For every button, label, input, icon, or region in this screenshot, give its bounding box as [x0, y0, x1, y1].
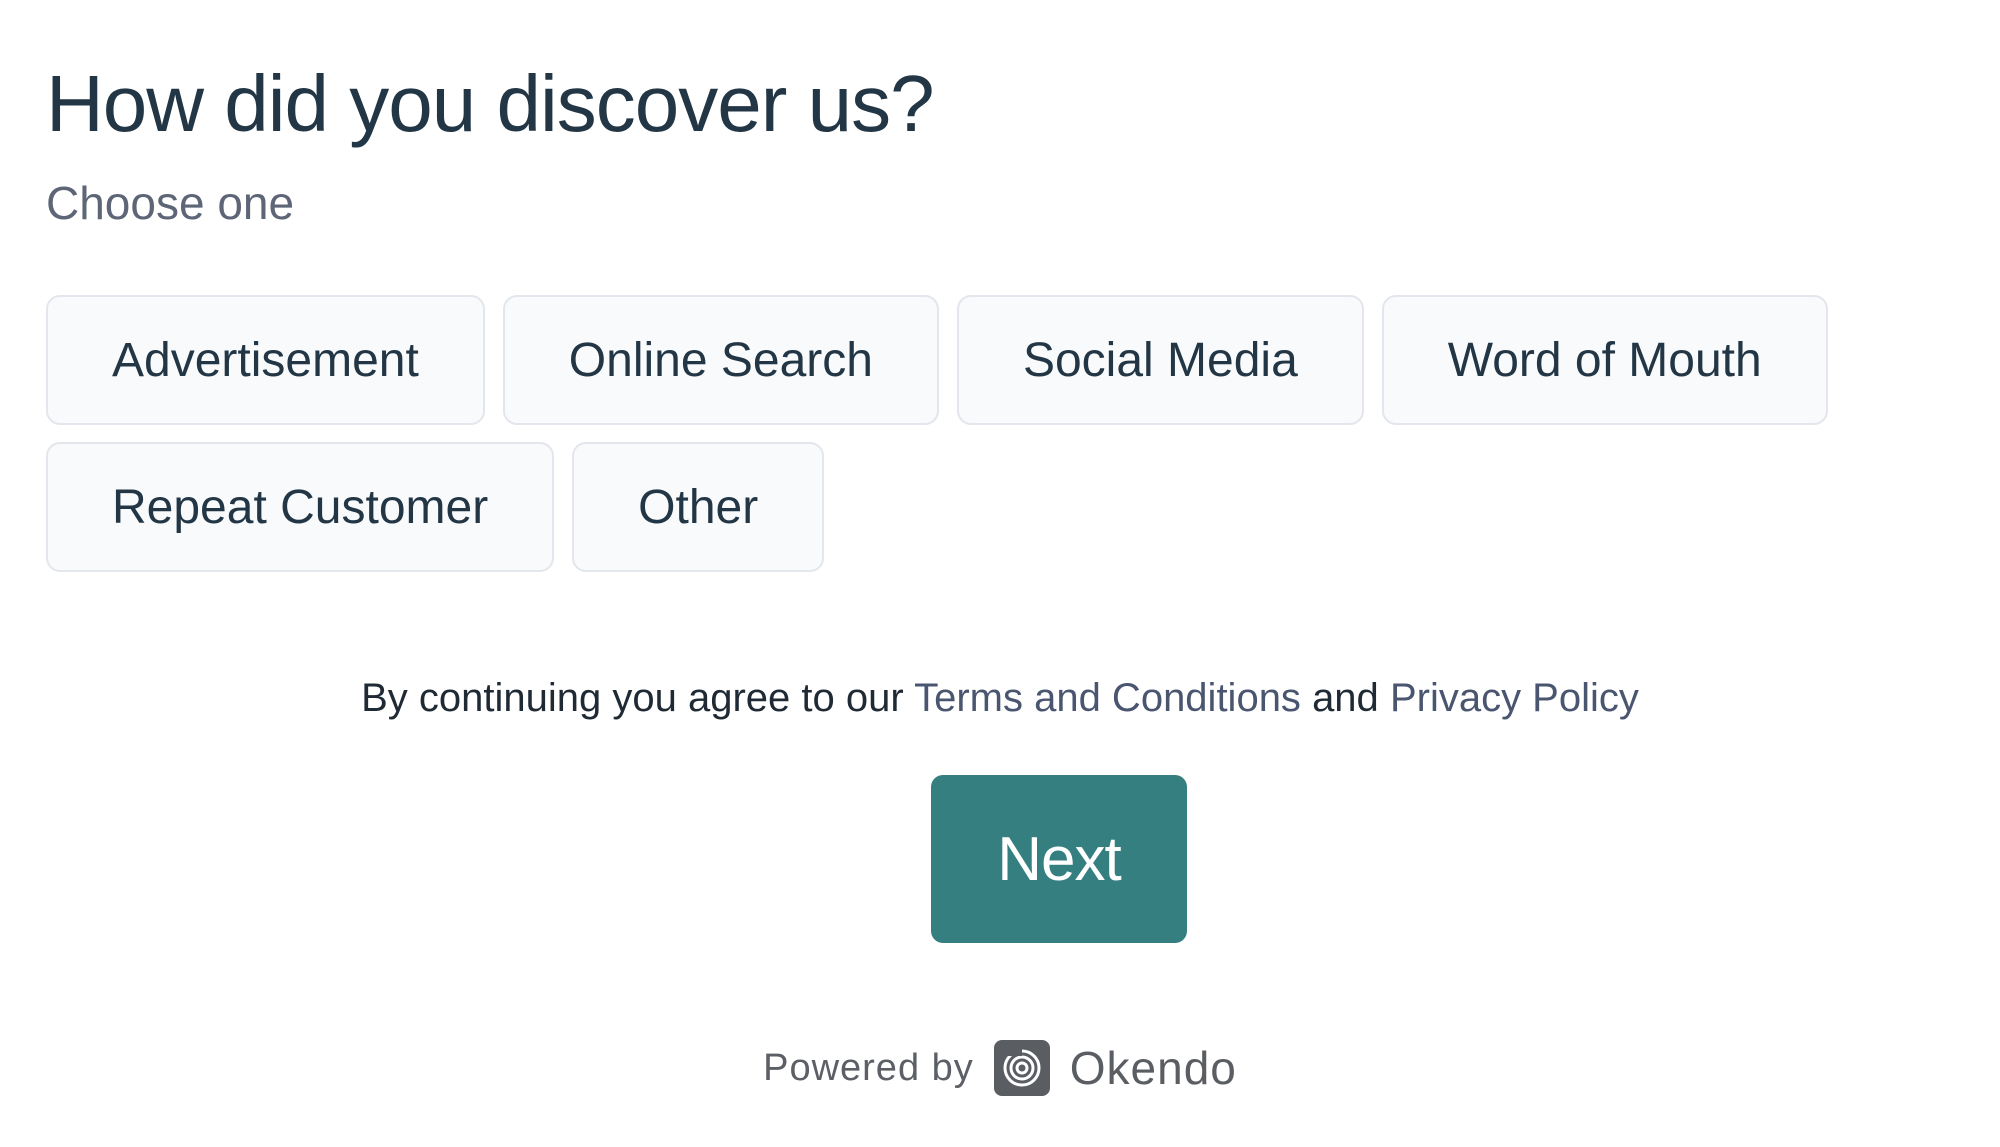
okendo-logo-icon: [993, 1040, 1050, 1096]
option-social-media[interactable]: Social Media: [956, 295, 1364, 426]
terms-link[interactable]: Terms and Conditions: [914, 676, 1301, 720]
powered-by-footer: Powered by Okendo: [0, 1040, 2000, 1096]
option-online-search[interactable]: Online Search: [502, 295, 939, 426]
next-button[interactable]: Next: [931, 775, 1187, 943]
privacy-link[interactable]: Privacy Policy: [1390, 676, 1639, 720]
option-advertisement[interactable]: Advertisement: [46, 295, 485, 426]
legal-prefix: By continuing you agree to our: [361, 676, 904, 720]
question-subtitle: Choose one: [46, 177, 295, 229]
option-word-of-mouth[interactable]: Word of Mouth: [1381, 295, 1828, 426]
option-other[interactable]: Other: [572, 442, 825, 573]
survey-question: How did you discover us? Choose one Adve…: [46, 56, 1954, 573]
legal-conjunction: and: [1312, 676, 1379, 720]
question-title: How did you discover us?: [46, 59, 935, 148]
legal-notice: By continuing you agree to our Terms and…: [0, 676, 2000, 721]
okendo-brand-name: Okendo: [1069, 1042, 1237, 1094]
answer-options: Advertisement Online Search Social Media…: [46, 295, 1946, 573]
powered-by-label: Powered by: [763, 1046, 974, 1089]
option-repeat-customer[interactable]: Repeat Customer: [46, 442, 555, 573]
